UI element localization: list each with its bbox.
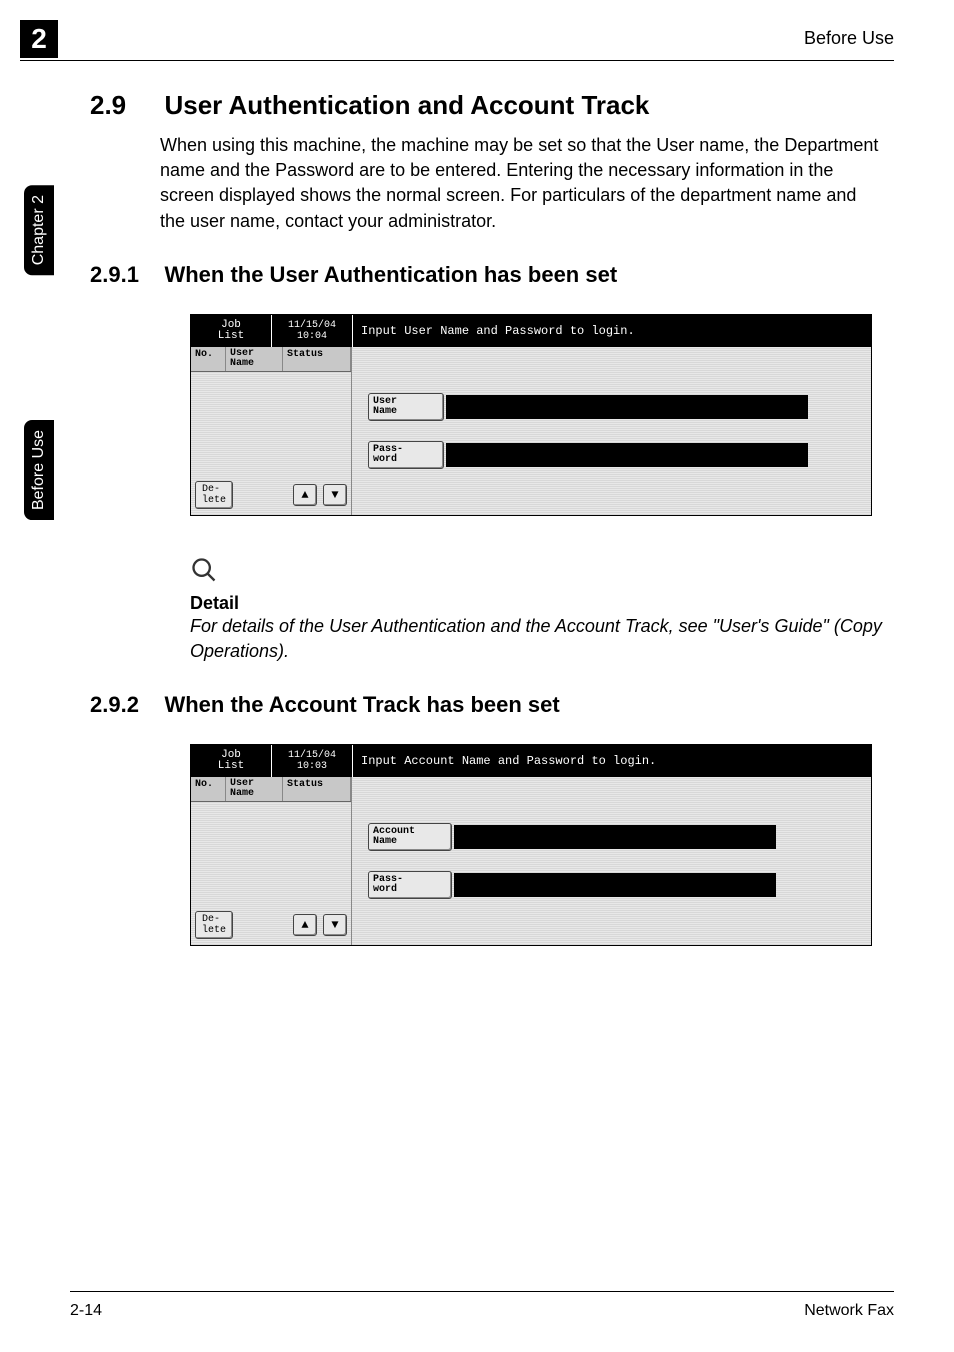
detail-heading: Detail <box>190 593 894 614</box>
lcd-body: No. User Name Status De- lete ▲ ▼ <box>191 347 871 515</box>
user-name-button[interactable]: User Name <box>368 393 444 421</box>
detail-text: For details of the User Authentication a… <box>190 614 890 664</box>
lcd-left-pane-2: No. User Name Status De- lete ▲ ▼ <box>191 777 352 945</box>
footer-title: Network Fax <box>804 1302 894 1320</box>
page-number-badge: 2 <box>20 20 58 58</box>
section-2-9-heading: 2.9 User Authentication and Account Trac… <box>90 90 894 121</box>
side-tab-chapter: Chapter 2 <box>24 185 54 275</box>
lcd-top-bar-2: Job List 11/15/04 10:03 Input Account Na… <box>191 745 871 777</box>
side-tab-section: Before Use <box>24 420 54 520</box>
lcd-time-2: 10:03 <box>297 761 327 772</box>
password-input[interactable] <box>446 443 808 467</box>
lcd-message-2: Input Account Name and Password to login… <box>353 745 871 777</box>
arrow-down-icon: ▼ <box>331 488 338 502</box>
col-user-2: User Name <box>226 777 283 801</box>
delete-button[interactable]: De- lete <box>195 481 233 509</box>
password-button[interactable]: Pass- word <box>368 441 444 469</box>
lcd-time: 10:04 <box>297 331 327 342</box>
lcd-top-bar: Job List 11/15/04 10:04 Input User Name … <box>191 315 871 347</box>
scroll-up-button[interactable]: ▲ <box>293 484 317 506</box>
magnifier-icon <box>190 556 894 591</box>
section-2-9-2-num: 2.9.2 <box>90 692 160 718</box>
lcd-left-header: No. User Name Status <box>191 347 351 372</box>
col-status: Status <box>283 347 351 371</box>
user-name-input[interactable] <box>446 395 808 419</box>
user-name-row: User Name <box>368 393 855 421</box>
col-no-2: No. <box>191 777 226 801</box>
lcd-message: Input User Name and Password to login. <box>353 315 871 347</box>
password-button-2[interactable]: Pass- word <box>368 871 452 899</box>
section-2-9-body: When using this machine, the machine may… <box>160 133 880 234</box>
lcd-right-pane-2: Account Name Pass- word <box>352 777 871 945</box>
account-name-button[interactable]: Account Name <box>368 823 452 851</box>
section-2-9-1-heading: 2.9.1 When the User Authentication has b… <box>90 262 894 288</box>
lcd-right-pane: User Name Pass- word <box>352 347 871 515</box>
account-name-input[interactable] <box>454 825 776 849</box>
lcd-left-footer: De- lete ▲ ▼ <box>195 481 347 509</box>
lcd-left-pane: No. User Name Status De- lete ▲ ▼ <box>191 347 352 515</box>
arrow-down-icon-2: ▼ <box>331 918 338 932</box>
footer-divider <box>70 1291 894 1292</box>
password-row-2: Pass- word <box>368 871 855 899</box>
lcd-job-list-tab[interactable]: Job List <box>191 315 272 347</box>
footer-page-number: 2-14 <box>70 1302 102 1320</box>
lcd-panel-account-track: Job List 11/15/04 10:03 Input Account Na… <box>190 744 872 946</box>
top-divider <box>20 60 894 61</box>
lcd-left-footer-2: De- lete ▲ ▼ <box>195 911 347 939</box>
scroll-down-button-2[interactable]: ▼ <box>323 914 347 936</box>
section-2-9-1-num: 2.9.1 <box>90 262 160 288</box>
content: 2.9 User Authentication and Account Trac… <box>90 90 894 946</box>
header-right-label: Before Use <box>804 28 894 49</box>
lcd-left-header-2: No. User Name Status <box>191 777 351 802</box>
col-no: No. <box>191 347 226 371</box>
account-name-row: Account Name <box>368 823 855 851</box>
password-row: Pass- word <box>368 441 855 469</box>
scroll-down-button[interactable]: ▼ <box>323 484 347 506</box>
lcd-datetime: 11/15/04 10:04 <box>272 315 353 347</box>
lcd-date: 11/15/04 <box>288 320 336 331</box>
col-user: User Name <box>226 347 283 371</box>
lcd-body-2: No. User Name Status De- lete ▲ ▼ <box>191 777 871 945</box>
arrow-up-icon-2: ▲ <box>301 918 308 932</box>
col-status-2: Status <box>283 777 351 801</box>
lcd-job-list-tab-2[interactable]: Job List <box>191 745 272 777</box>
password-input-2[interactable] <box>454 873 776 897</box>
section-2-9-title: User Authentication and Account Track <box>164 90 649 121</box>
section-2-9-2-heading: 2.9.2 When the Account Track has been se… <box>90 692 894 718</box>
section-2-9-num: 2.9 <box>90 90 160 121</box>
lcd-datetime-2: 11/15/04 10:03 <box>272 745 353 777</box>
section-2-9-1-title: When the User Authentication has been se… <box>164 262 617 288</box>
scroll-up-button-2[interactable]: ▲ <box>293 914 317 936</box>
delete-button-2[interactable]: De- lete <box>195 911 233 939</box>
section-2-9-2-title: When the Account Track has been set <box>164 692 559 718</box>
lcd-date-2: 11/15/04 <box>288 750 336 761</box>
detail-block: Detail For details of the User Authentic… <box>190 556 894 664</box>
arrow-up-icon: ▲ <box>301 488 308 502</box>
lcd-panel-user-auth: Job List 11/15/04 10:04 Input User Name … <box>190 314 872 516</box>
